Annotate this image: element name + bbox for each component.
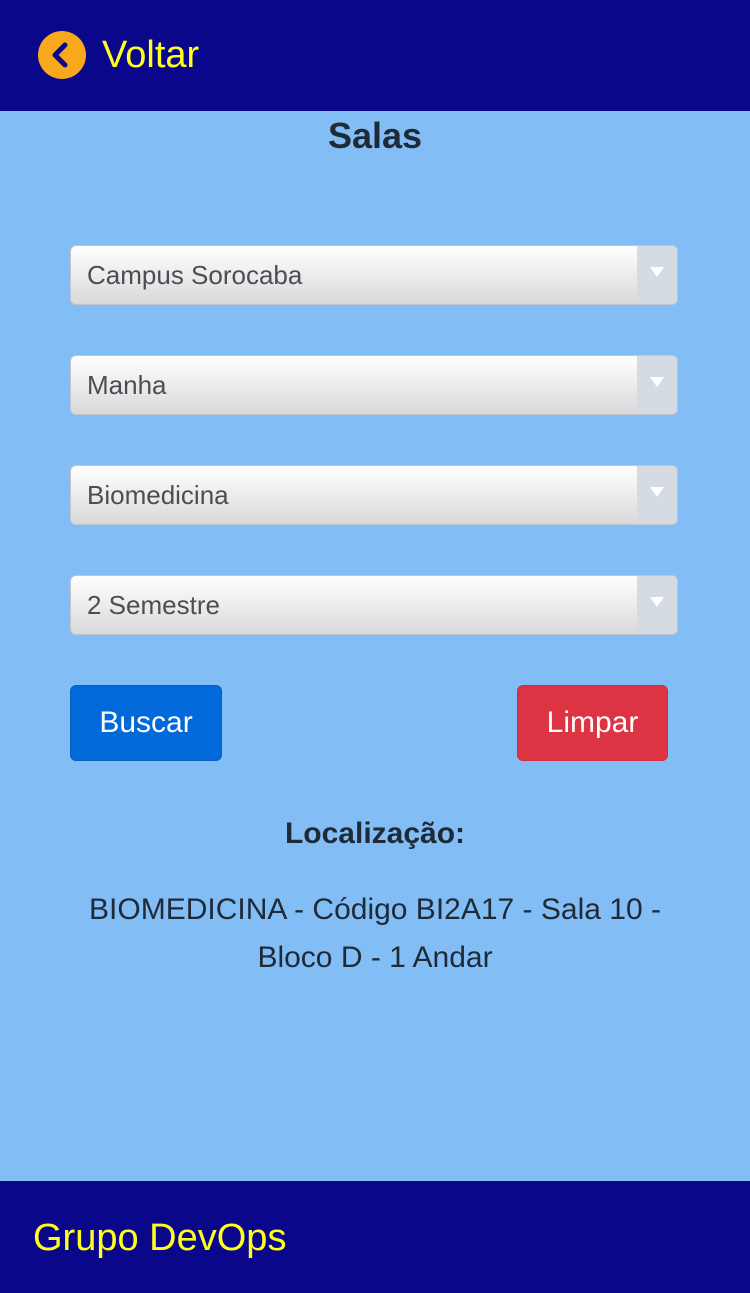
footer-text: Grupo DevOps [33, 1217, 287, 1259]
chevron-down-icon[interactable] [637, 246, 677, 304]
course-select[interactable]: Biomedicina [70, 465, 678, 525]
chevron-down-icon[interactable] [637, 576, 677, 634]
course-select-value: Biomedicina [87, 480, 229, 510]
chevron-left-icon[interactable] [38, 31, 86, 79]
clear-button[interactable]: Limpar [517, 685, 668, 761]
campus-select-value: Campus Sorocaba [87, 260, 303, 290]
chevron-down-icon[interactable] [637, 466, 677, 524]
back-label[interactable]: Voltar [102, 30, 199, 80]
period-select[interactable]: Manha [70, 355, 678, 415]
chevron-down-icon[interactable] [637, 356, 677, 414]
back-button[interactable]: Voltar [38, 30, 199, 80]
campus-select[interactable]: Campus Sorocaba [70, 245, 678, 305]
page-title: Salas [327, 115, 423, 156]
footer: Grupo DevOps [0, 1181, 750, 1293]
top-bar: Voltar [0, 0, 750, 111]
location-heading: Localização: [284, 817, 466, 850]
period-select-value: Manha [87, 370, 167, 400]
search-button[interactable]: Buscar [70, 685, 222, 761]
location-result: BIOMEDICINA - Código BI2A17 - Sala 10 - … [89, 893, 661, 974]
semester-select-value: 2 Semestre [87, 590, 220, 620]
semester-select[interactable]: 2 Semestre [70, 575, 678, 635]
